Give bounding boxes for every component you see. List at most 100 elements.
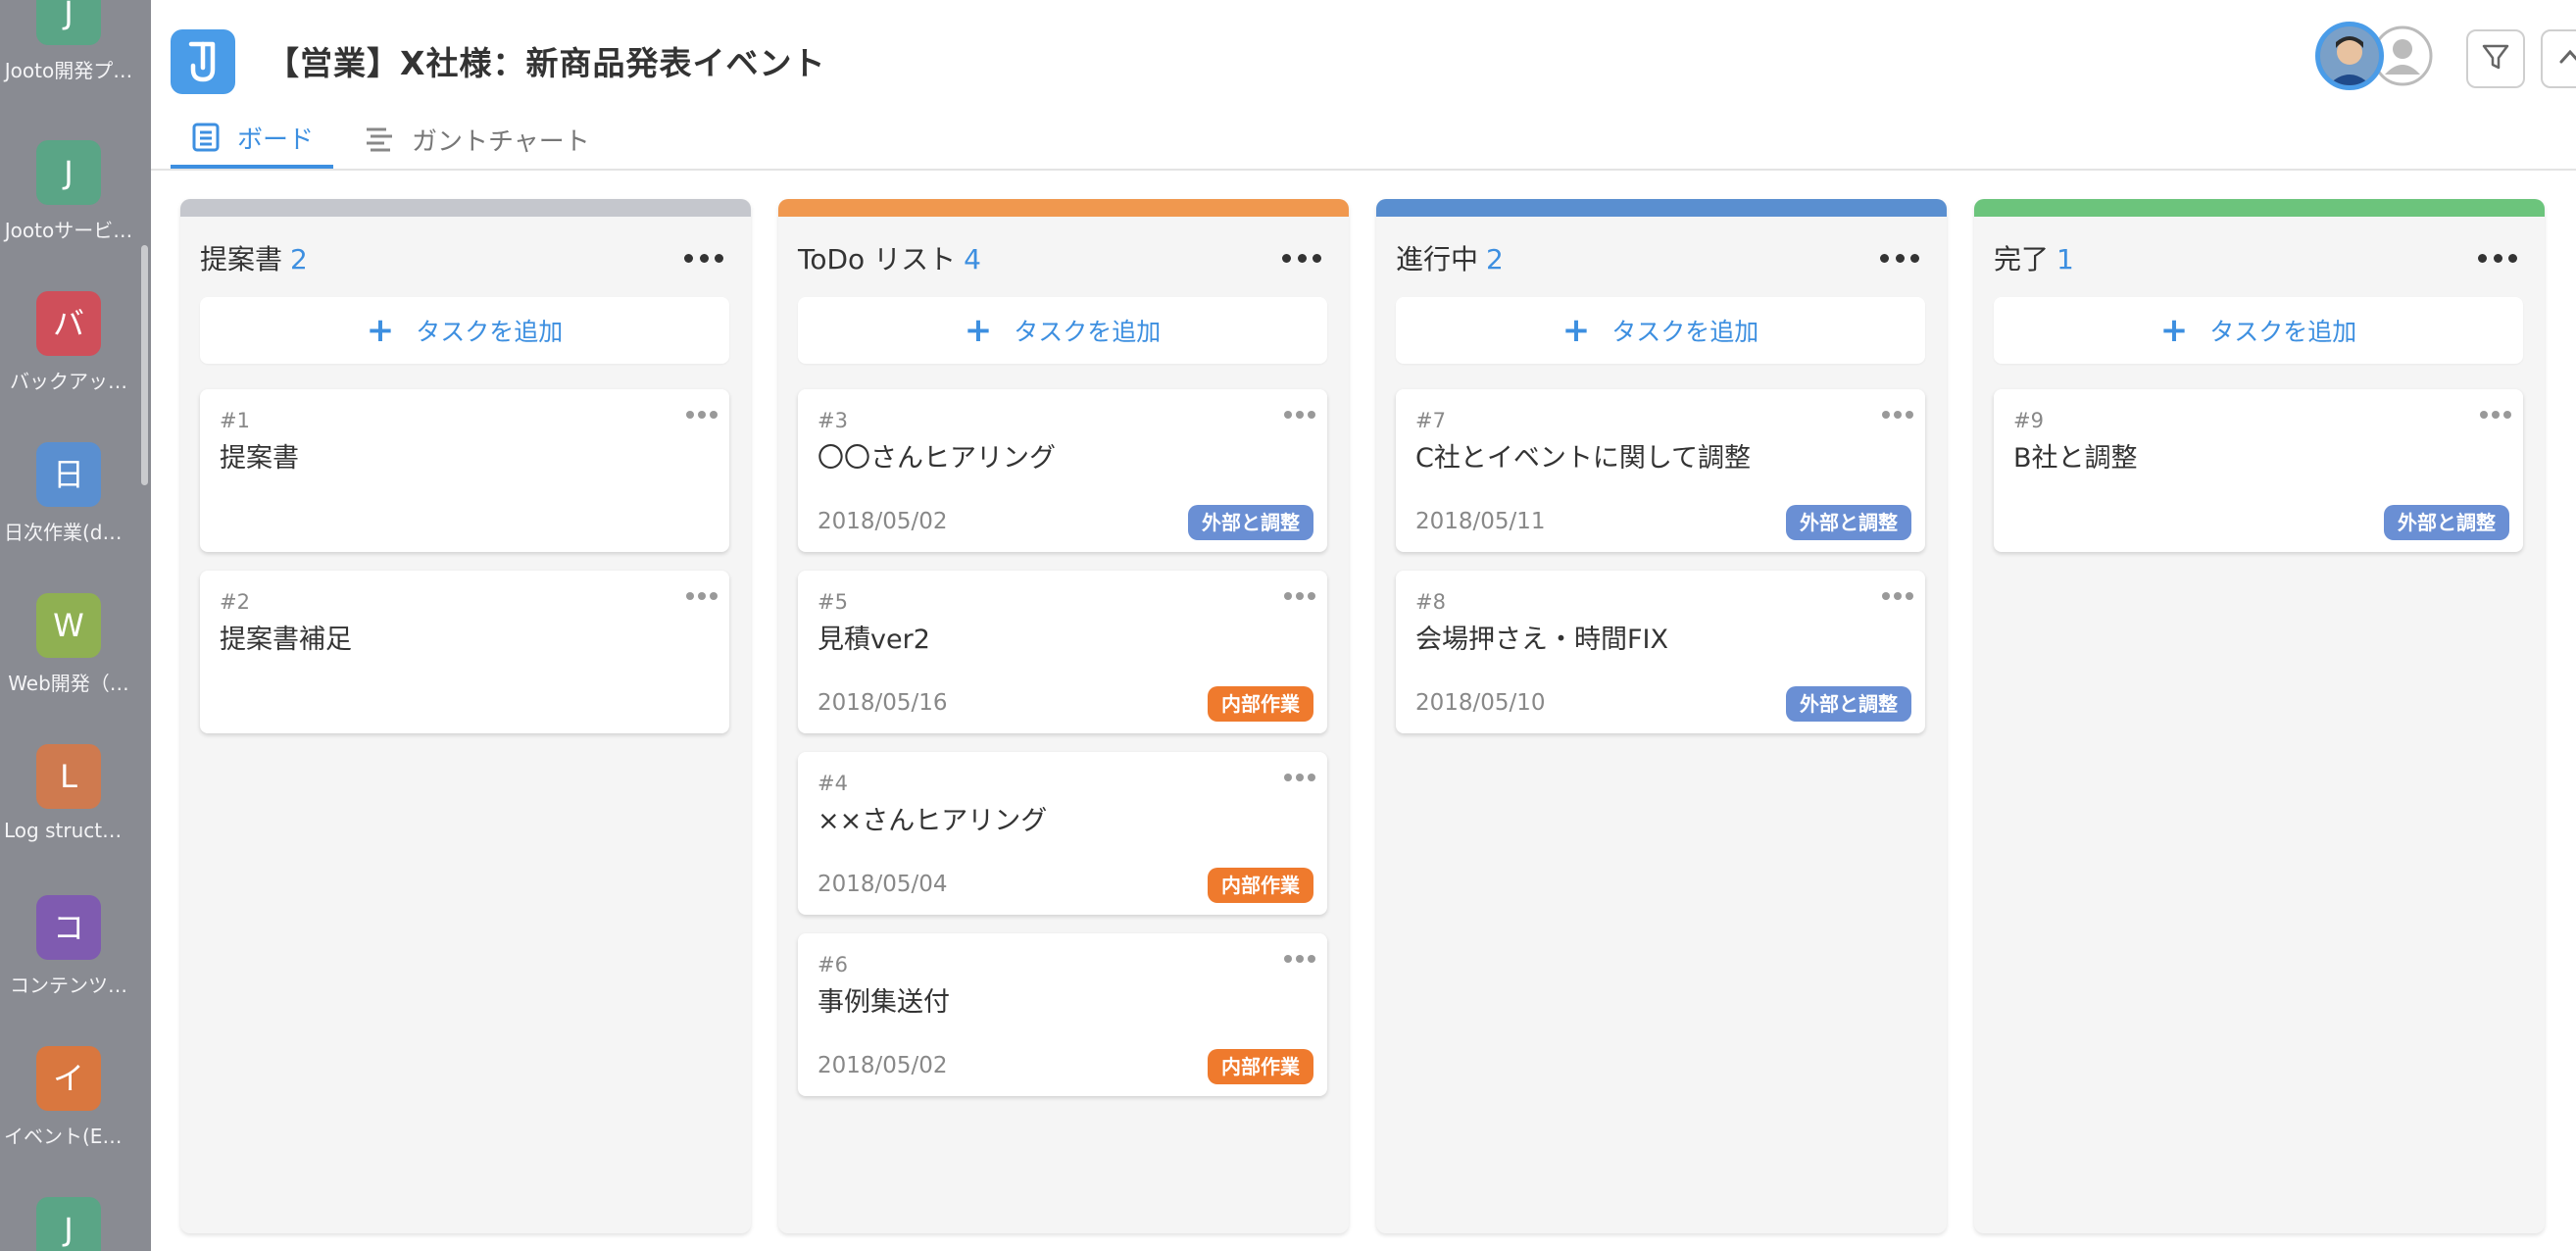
- board-icon: [192, 123, 220, 152]
- add-task-button[interactable]: + タスクを追加: [1994, 297, 2523, 364]
- column-task-count: 1: [2056, 243, 2074, 275]
- filter-button[interactable]: [2466, 29, 2525, 88]
- plus-icon: +: [366, 311, 395, 350]
- add-task-label: タスクを追加: [1014, 318, 1162, 346]
- project-avatar-icon: バ: [36, 291, 101, 356]
- project-avatar-icon: J: [36, 1197, 101, 1251]
- task-title: B社と調整: [2013, 443, 2138, 474]
- project-avatar-icon: J: [36, 0, 101, 45]
- sidebar-item-label: イベント(Ev…: [4, 1125, 134, 1148]
- card-menu-icon[interactable]: [686, 592, 718, 602]
- board-column: 提案書 2 + タスクを追加 #1 提案書 #2 提案書補足: [180, 199, 751, 1233]
- task-title: 会場押さえ・時間FIX: [1415, 625, 1668, 655]
- column-menu-icon[interactable]: [2478, 248, 2517, 268]
- task-label-badge: 内部作業: [1208, 1049, 1313, 1084]
- sidebar-item-project[interactable]: W Web開発（…: [0, 593, 137, 696]
- board-column: 進行中 2 + タスクを追加 #7 C社とイベントに関して調整 2018/05/11 外部と調…: [1376, 199, 1947, 1233]
- sidebar-item-label: Log structure: [4, 819, 134, 842]
- sidebar-item-project[interactable]: 日日次作業(dai…: [0, 442, 137, 545]
- task-card[interactable]: #7 C社とイベントに関して調整 2018/05/11 外部と調整: [1396, 389, 1925, 552]
- sidebar-item-project[interactable]: イイベント(Ev…: [0, 1046, 137, 1149]
- column-menu-icon[interactable]: [684, 248, 723, 268]
- card-menu-icon[interactable]: [686, 411, 718, 421]
- project-avatar-icon: L: [36, 744, 101, 809]
- task-title: 見積ver2: [817, 625, 930, 655]
- column-menu-icon[interactable]: [1282, 248, 1321, 268]
- task-card[interactable]: #6 事例集送付 2018/05/02 内部作業: [798, 933, 1327, 1096]
- task-number: #3: [817, 409, 848, 432]
- column-color-bar: [1974, 199, 2545, 217]
- sidebar-scrollbar[interactable]: [141, 245, 148, 485]
- task-title: 提案書補足: [220, 625, 352, 655]
- page-title: 【営業】X社様：新商品発表イベント: [267, 44, 826, 82]
- task-due-date: 2018/05/02: [817, 1053, 948, 1078]
- sidebar-item-project[interactable]: L Log structure: [0, 744, 137, 842]
- project-avatar-icon: W: [36, 593, 101, 658]
- gantt-icon: [365, 125, 394, 153]
- add-task-button[interactable]: + タスクを追加: [798, 297, 1327, 364]
- sidebar-item-project[interactable]: ババックアッ…: [0, 291, 137, 394]
- task-label-badge: 外部と調整: [1188, 505, 1313, 540]
- sidebar-item-label: Web開発（…: [8, 672, 129, 695]
- column-header[interactable]: ToDo リスト 4: [798, 238, 981, 277]
- task-card[interactable]: #5 見積ver2 2018/05/16 内部作業: [798, 571, 1327, 733]
- task-card[interactable]: #2 提案書補足: [200, 571, 729, 733]
- task-label-badge: 内部作業: [1208, 686, 1313, 722]
- add-task-label: タスクを追加: [2209, 318, 2357, 346]
- card-menu-icon[interactable]: [1284, 955, 1315, 965]
- jooto-logo-icon[interactable]: [171, 29, 235, 94]
- column-color-bar: [180, 199, 751, 217]
- sidebar-item-project[interactable]: J Jootoサービ…: [0, 140, 137, 243]
- tab-gantt[interactable]: ガントチャート: [365, 110, 590, 169]
- task-number: #2: [220, 590, 250, 614]
- card-menu-icon[interactable]: [1284, 592, 1315, 602]
- add-task-button[interactable]: + タスクを追加: [200, 297, 729, 364]
- card-menu-icon[interactable]: [1882, 592, 1913, 602]
- column-title: 進行中: [1396, 243, 1479, 275]
- task-card[interactable]: #8 会場押さえ・時間FIX 2018/05/10 外部と調整: [1396, 571, 1925, 733]
- add-task-label: タスクを追加: [1611, 318, 1759, 346]
- task-title: 〇〇さんヒアリング: [817, 443, 1056, 474]
- task-card[interactable]: #1 提案書: [200, 389, 729, 552]
- collapse-button[interactable]: [2541, 29, 2576, 88]
- sidebar-item-project[interactable]: J: [0, 1197, 137, 1251]
- filter-icon: [2481, 42, 2510, 75]
- chevron-up-icon: [2555, 42, 2576, 75]
- sidebar-item-label: バックアッ…: [10, 370, 127, 393]
- plus-icon: +: [1561, 311, 1591, 350]
- column-header[interactable]: 進行中 2: [1396, 238, 1504, 277]
- task-number: #5: [817, 590, 848, 614]
- card-menu-icon[interactable]: [1882, 411, 1913, 421]
- card-menu-icon[interactable]: [1284, 774, 1315, 783]
- sidebar-item-label: Jooto開発プ…: [4, 59, 133, 82]
- add-task-button[interactable]: + タスクを追加: [1396, 297, 1925, 364]
- plus-icon: +: [964, 311, 993, 350]
- sidebar-item-project[interactable]: ココンテンツ…: [0, 895, 137, 998]
- task-due-date: 2018/05/10: [1415, 690, 1546, 716]
- task-label-badge: 外部と調整: [1786, 686, 1911, 722]
- column-menu-icon[interactable]: [1880, 248, 1919, 268]
- card-menu-icon[interactable]: [1284, 411, 1315, 421]
- task-number: #1: [220, 409, 250, 432]
- project-avatar-icon: J: [36, 140, 101, 205]
- task-title: 提案書: [220, 443, 299, 474]
- task-card[interactable]: #9 B社と調整 外部と調整: [1994, 389, 2523, 552]
- plus-icon: +: [2159, 311, 2189, 350]
- project-avatar-icon: 日: [36, 442, 101, 507]
- task-due-date: 2018/05/04: [817, 872, 948, 897]
- column-header[interactable]: 提案書 2: [200, 238, 308, 277]
- task-due-date: 2018/05/02: [817, 509, 948, 534]
- task-card[interactable]: #3 〇〇さんヒアリング 2018/05/02 外部と調整: [798, 389, 1327, 552]
- project-sidebar: J Jooto開発プ… J Jootoサービ… ババックアッ… 日日次作業(dai… W We…: [0, 0, 151, 1251]
- column-title: 提案書: [200, 243, 283, 275]
- project-header: 【営業】X社様：新商品発表イベント ボード ガントチャート: [151, 0, 2576, 171]
- sidebar-item-label: 日次作業(dai…: [4, 521, 137, 544]
- sidebar-item-project[interactable]: J Jooto開発プ…: [0, 0, 137, 83]
- task-number: #4: [817, 772, 848, 795]
- task-label-badge: 外部と調整: [1786, 505, 1911, 540]
- card-menu-icon[interactable]: [2480, 411, 2511, 421]
- column-header[interactable]: 完了 1: [1994, 238, 2074, 277]
- tab-board[interactable]: ボード: [171, 110, 334, 169]
- task-card[interactable]: #4 ××さんヒアリング 2018/05/04 内部作業: [798, 752, 1327, 915]
- avatar[interactable]: [2315, 22, 2384, 90]
